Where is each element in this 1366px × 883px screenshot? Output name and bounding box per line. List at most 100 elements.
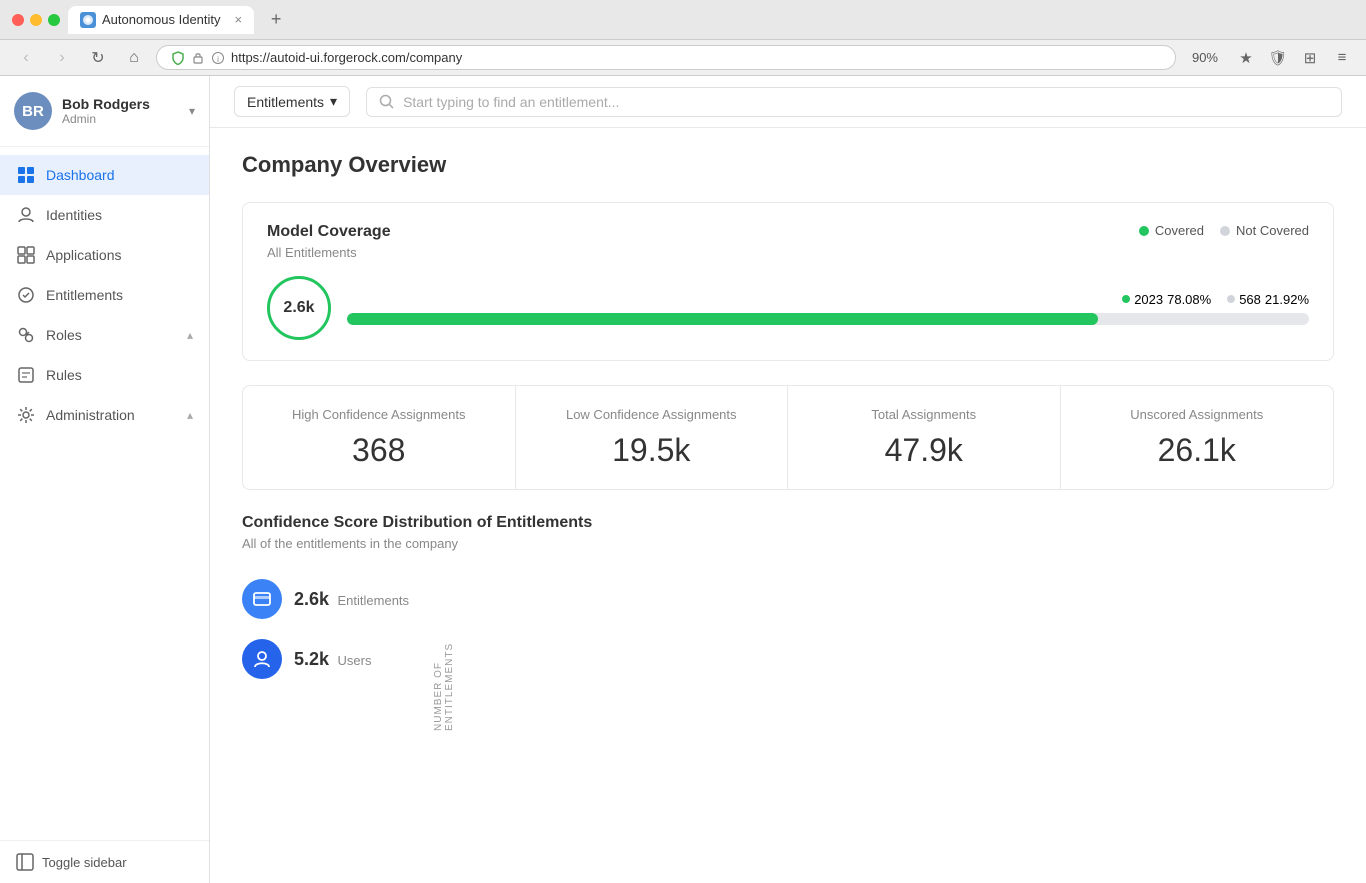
address-bar[interactable]: i https://autoid-ui.forgerock.com/compan… [156, 45, 1176, 70]
confidence-subtitle: All of the entitlements in the company [242, 536, 1334, 551]
coverage-bar-track [347, 313, 1309, 325]
bar-covered-pct: 78.08% [1167, 292, 1211, 307]
user-role: Admin [62, 112, 179, 126]
shield-nav-icon[interactable]: 🛡 [1266, 46, 1290, 70]
coverage-bar-wrap: 2023 78.08% 568 21.92% [347, 292, 1309, 325]
zoom-level: 90% [1184, 50, 1226, 65]
profile-chevron-icon: ▾ [189, 104, 195, 118]
library-icon[interactable]: ⊞ [1298, 46, 1322, 70]
stats-row: High Confidence Assignments 368 Low Conf… [242, 385, 1334, 490]
confidence-legends: 2.6k Entitlements 5.2k Users [242, 571, 409, 731]
sidebar-item-rules[interactable]: Rules [0, 355, 209, 395]
sidebar-footer[interactable]: Toggle sidebar [0, 840, 209, 883]
conf-value-users: 5.2k [294, 649, 329, 669]
maximize-btn[interactable] [48, 14, 60, 26]
model-coverage-subtitle: All Entitlements [267, 245, 1309, 260]
confidence-title: Confidence Score Distribution of Entitle… [242, 514, 1334, 532]
bar-not-covered-pct: 21.92% [1265, 292, 1309, 307]
covered-dot [1139, 226, 1149, 236]
main-content: Entitlements ▾ Start typing to find an e… [210, 76, 1366, 883]
sidebar-item-administration[interactable]: Administration ▴ [0, 395, 209, 435]
sidebar-item-label-identities: Identities [46, 207, 193, 223]
forward-button[interactable]: › [48, 44, 76, 72]
confidence-layout: 2.6k Entitlements 5.2k Users [242, 571, 1334, 731]
administration-expand-icon: ▴ [187, 408, 193, 422]
toggle-sidebar-icon [16, 853, 34, 871]
dashboard-icon [16, 165, 36, 185]
sidebar-item-label-applications: Applications [46, 247, 193, 263]
chart-y-label: NUMBER OF ENTITLEMENTS [433, 571, 455, 731]
entitlements-dropdown[interactable]: Entitlements ▾ [234, 86, 350, 117]
nav-section: Dashboard Identities Applications [0, 147, 209, 840]
rules-icon [16, 365, 36, 385]
chart-area: NUMBER OF ENTITLEMENTS [433, 571, 1334, 731]
sidebar-item-roles[interactable]: Roles ▴ [0, 315, 209, 355]
sidebar-item-applications[interactable]: Applications [0, 235, 209, 275]
info-icon: i [211, 51, 225, 65]
home-button[interactable]: ⌂ [120, 44, 148, 72]
roles-icon [16, 325, 36, 345]
bar-year-label: 2023 78.08% [1122, 292, 1211, 307]
stat-label-2: Total Assignments [812, 406, 1036, 424]
entitlements-dropdown-label: Entitlements [247, 94, 324, 110]
page-content: Company Overview Model Coverage Covered … [210, 128, 1366, 883]
lock-icon [191, 51, 205, 65]
confidence-legend-users: 5.2k Users [242, 639, 409, 679]
bookmark-icon[interactable]: ★ [1234, 46, 1258, 70]
bar-gray-dot [1227, 295, 1235, 303]
bar-count: 568 [1239, 292, 1261, 307]
menu-icon[interactable]: ≡ [1330, 46, 1354, 70]
model-coverage-title: Model Coverage [267, 223, 391, 241]
entitlements-icon [16, 285, 36, 305]
sidebar-item-label-administration: Administration [46, 407, 177, 423]
tab-label: Autonomous Identity [102, 12, 221, 27]
sidebar-item-identities[interactable]: Identities [0, 195, 209, 235]
stat-label-3: Unscored Assignments [1085, 406, 1310, 424]
sidebar-item-entitlements[interactable]: Entitlements [0, 275, 209, 315]
toggle-sidebar-label: Toggle sidebar [42, 855, 127, 870]
back-button[interactable]: ‹ [12, 44, 40, 72]
bar-count-label: 568 21.92% [1227, 292, 1309, 307]
covered-label: Covered [1155, 223, 1204, 238]
bar-year: 2023 [1134, 292, 1163, 307]
refresh-button[interactable]: ↻ [84, 44, 112, 72]
entitlements-conf-icon [242, 579, 282, 619]
new-tab-button[interactable]: + [262, 6, 290, 34]
app-container: BR Bob Rodgers Admin ▾ Dashboard Identit… [0, 76, 1366, 883]
sidebar-item-label-rules: Rules [46, 367, 193, 383]
conf-unit-users: Users [338, 653, 372, 668]
sidebar-item-dashboard[interactable]: Dashboard [0, 155, 209, 195]
url-text: https://autoid-ui.forgerock.com/company [231, 50, 462, 65]
stat-value-2: 47.9k [812, 432, 1036, 469]
confidence-legend-entitlements: 2.6k Entitlements [242, 579, 409, 619]
stat-unscored: Unscored Assignments 26.1k [1061, 386, 1334, 489]
stat-value-1: 19.5k [540, 432, 764, 469]
bar-green-dot [1122, 295, 1130, 303]
model-coverage-card: Model Coverage Covered Not Covered All E… [242, 202, 1334, 361]
legend-not-covered: Not Covered [1220, 223, 1309, 238]
svg-text:i: i [217, 55, 219, 64]
coverage-total: 2.6k [267, 276, 331, 340]
identities-icon [16, 205, 36, 225]
browser-nav: ‹ › ↻ ⌂ i https://autoid-ui.forgerock.co… [0, 40, 1366, 76]
stat-value-3: 26.1k [1085, 432, 1310, 469]
stat-low-confidence: Low Confidence Assignments 19.5k [516, 386, 789, 489]
close-btn[interactable] [12, 14, 24, 26]
user-name: Bob Rodgers [62, 96, 179, 112]
stat-label-0: High Confidence Assignments [267, 406, 491, 424]
user-profile[interactable]: BR Bob Rodgers Admin ▾ [0, 76, 209, 147]
conf-value-entitlements: 2.6k [294, 589, 329, 609]
search-bar[interactable]: Start typing to find an entitlement... [366, 87, 1342, 117]
stat-label-1: Low Confidence Assignments [540, 406, 764, 424]
legend-covered: Covered [1139, 223, 1204, 238]
coverage-legend: Covered Not Covered [1139, 223, 1309, 238]
confidence-section: Confidence Score Distribution of Entitle… [242, 514, 1334, 731]
applications-icon [16, 245, 36, 265]
avatar: BR [14, 92, 52, 130]
shield-icon [171, 51, 185, 65]
conf-unit-entitlements: Entitlements [338, 593, 410, 608]
browser-tab[interactable]: Autonomous Identity × [68, 6, 254, 34]
topbar: Entitlements ▾ Start typing to find an e… [210, 76, 1366, 128]
minimize-btn[interactable] [30, 14, 42, 26]
tab-close-icon[interactable]: × [235, 12, 243, 27]
